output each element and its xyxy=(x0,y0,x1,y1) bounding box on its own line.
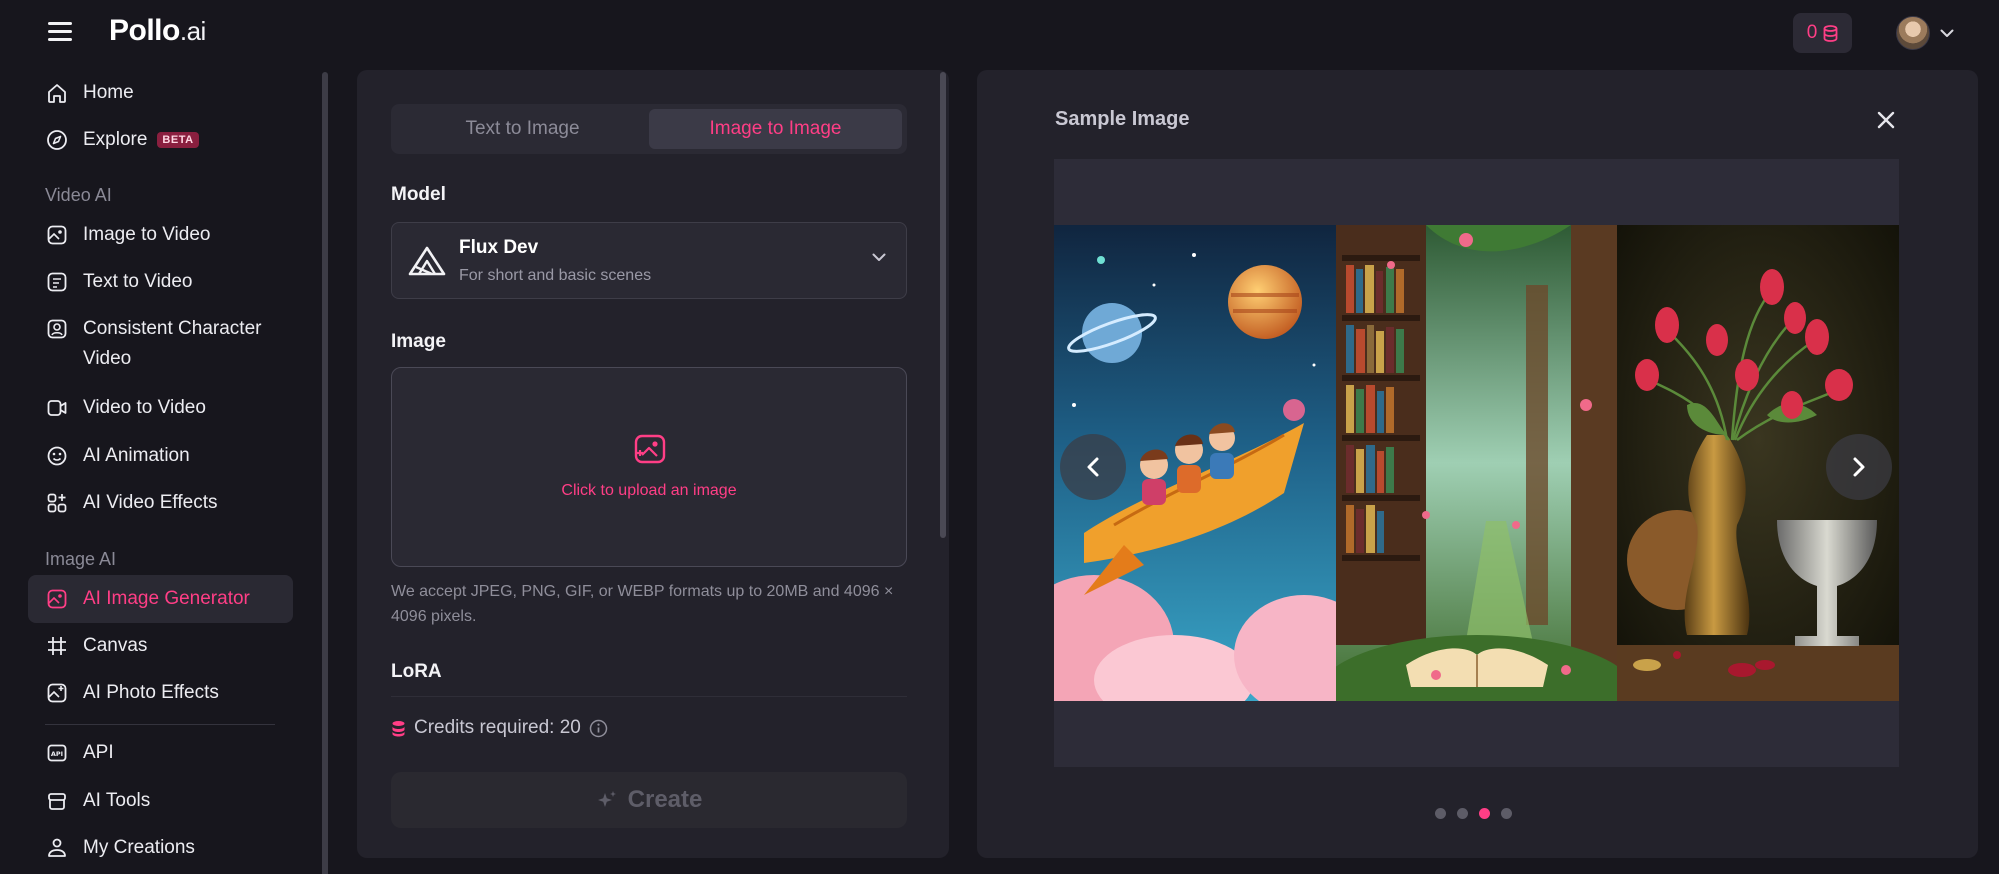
image-generator-icon xyxy=(45,587,69,611)
carousel-dot-4[interactable] xyxy=(1501,808,1512,819)
model-description: For short and basic scenes xyxy=(459,267,652,284)
sidebar-item-label: My Creations xyxy=(83,837,195,858)
sidebar-item-canvas[interactable]: Canvas xyxy=(28,622,293,670)
credits-required: Credits required: 20 xyxy=(391,717,608,739)
carousel-dot-1[interactable] xyxy=(1435,808,1446,819)
upload-prompt: Click to upload an image xyxy=(561,482,737,499)
chevron-left-icon xyxy=(1087,457,1099,477)
hamburger-icon[interactable] xyxy=(48,22,74,44)
character-icon xyxy=(45,317,69,341)
credits-text: Credits required: 20 xyxy=(414,717,581,738)
carousel-next-button[interactable] xyxy=(1826,434,1892,500)
video-icon xyxy=(45,396,69,420)
avatar xyxy=(1896,16,1930,50)
sidebar-item-label: API xyxy=(83,742,114,763)
home-icon xyxy=(45,81,69,105)
sidebar-scrollbar[interactable] xyxy=(322,72,328,874)
lora-divider xyxy=(391,696,907,697)
effects-grid-icon xyxy=(45,491,69,515)
account-menu[interactable] xyxy=(1896,16,1954,50)
section-label-video: Video AI xyxy=(45,185,112,205)
sidebar-item-ai-tools[interactable]: AI Tools xyxy=(28,777,293,825)
sparkle-icon xyxy=(597,791,616,807)
sample-carousel xyxy=(1054,159,1899,767)
logo[interactable]: Pollo.ai xyxy=(109,14,206,48)
format-hint: We accept JPEG, PNG, GIF, or WEBP format… xyxy=(391,583,894,625)
image-label: Image xyxy=(391,331,446,352)
sample-title: Sample Image xyxy=(1055,108,1190,130)
chevron-down-icon xyxy=(872,253,886,261)
sidebar-item-label: AI Tools xyxy=(83,790,151,811)
close-icon[interactable] xyxy=(1872,106,1900,134)
create-label: Create xyxy=(627,786,703,813)
flux-logo-icon xyxy=(408,246,446,276)
sidebar-item-label: AI Photo Effects xyxy=(83,682,219,703)
chevron-down-icon xyxy=(1940,29,1954,37)
tools-icon xyxy=(45,789,69,813)
sidebar-item-consistent-character-video[interactable]: Consistent Character Video xyxy=(28,305,293,373)
carousel-prev-button[interactable] xyxy=(1060,434,1126,500)
model-name: Flux Dev xyxy=(459,237,539,258)
carousel-dots xyxy=(1435,808,1512,819)
animation-icon xyxy=(45,444,69,468)
sidebar-item-ai-photo-effects[interactable]: AI Photo Effects xyxy=(28,669,293,717)
sidebar-item-video-to-video[interactable]: Video to Video xyxy=(28,384,293,432)
sidebar-divider xyxy=(45,724,275,725)
sample-image-panel: Sample Image xyxy=(977,70,1978,858)
chevron-right-icon xyxy=(1853,457,1865,477)
tab-text-to-image[interactable]: Text to Image xyxy=(396,109,649,149)
text-video-icon xyxy=(45,270,69,294)
coin-stack-icon xyxy=(1823,24,1838,42)
carousel-dot-2[interactable] xyxy=(1457,808,1468,819)
svg-text:API: API xyxy=(51,750,63,758)
model-select[interactable]: Flux Dev For short and basic scenes xyxy=(391,222,907,299)
sidebar-item-label: Image to Video xyxy=(83,224,211,245)
sidebar-item-ai-image-generator[interactable]: AI Image Generator xyxy=(28,575,293,623)
credit-count: 0 xyxy=(1806,22,1818,43)
photo-effects-icon xyxy=(45,681,69,705)
sidebar-item-label: AI Image Generator xyxy=(83,588,250,609)
sidebar-item-label: Text to Video xyxy=(83,271,193,292)
form-scrollbar[interactable] xyxy=(940,72,946,538)
sidebar-item-label: Video to Video xyxy=(83,397,206,418)
carousel-dot-3[interactable] xyxy=(1479,808,1490,819)
sidebar-item-home[interactable]: Home xyxy=(28,69,293,117)
sidebar-item-label: Canvas xyxy=(83,635,148,656)
logo-suffix: .ai xyxy=(179,16,206,46)
info-icon[interactable] xyxy=(589,719,608,738)
upload-image-icon xyxy=(634,434,666,464)
sidebar-item-ai-video-effects[interactable]: AI Video Effects xyxy=(28,479,293,527)
mode-tabs: Text to Image Image to Image xyxy=(391,104,907,154)
image-video-icon xyxy=(45,223,69,247)
compass-icon xyxy=(45,128,69,152)
sample-image-forest-library xyxy=(1336,225,1618,701)
sidebar-item-label: Explore xyxy=(83,129,148,150)
top-bar: Pollo.ai 0 xyxy=(0,0,1999,68)
canvas-hash-icon xyxy=(45,634,69,658)
sidebar-item-label: AI Animation xyxy=(83,445,190,466)
beta-badge: BETA xyxy=(157,132,199,148)
sidebar-item-explore[interactable]: Explore BETA xyxy=(28,116,293,164)
section-label-image: Image AI xyxy=(45,549,117,569)
image-upload-dropzone[interactable]: Click to upload an image xyxy=(391,367,907,567)
coin-stack-icon xyxy=(392,720,405,736)
generator-form-panel: Text to Image Image to Image Model Flux … xyxy=(357,70,949,858)
sidebar-item-image-to-video[interactable]: Image to Video xyxy=(28,211,293,259)
sidebar-item-text-to-video[interactable]: Text to Video xyxy=(28,258,293,306)
model-label: Model xyxy=(391,184,446,205)
sidebar-item-label: AI Video Effects xyxy=(83,492,218,513)
logo-main: Pollo xyxy=(109,14,180,47)
sidebar-item-my-creations[interactable]: My Creations xyxy=(28,824,293,872)
credit-balance-button[interactable]: 0 xyxy=(1793,13,1852,53)
sidebar-item-ai-animation[interactable]: AI Animation xyxy=(28,432,293,480)
sidebar-item-label: Home xyxy=(83,82,134,103)
tab-image-to-image[interactable]: Image to Image xyxy=(649,109,902,149)
lora-label: LoRA xyxy=(391,661,442,682)
api-icon: API xyxy=(45,741,69,765)
sidebar-item-label: Consistent Character Video xyxy=(83,318,262,369)
sidebar-item-api[interactable]: API API xyxy=(28,729,293,777)
creations-icon xyxy=(45,836,69,860)
create-button[interactable]: Create xyxy=(391,772,907,828)
